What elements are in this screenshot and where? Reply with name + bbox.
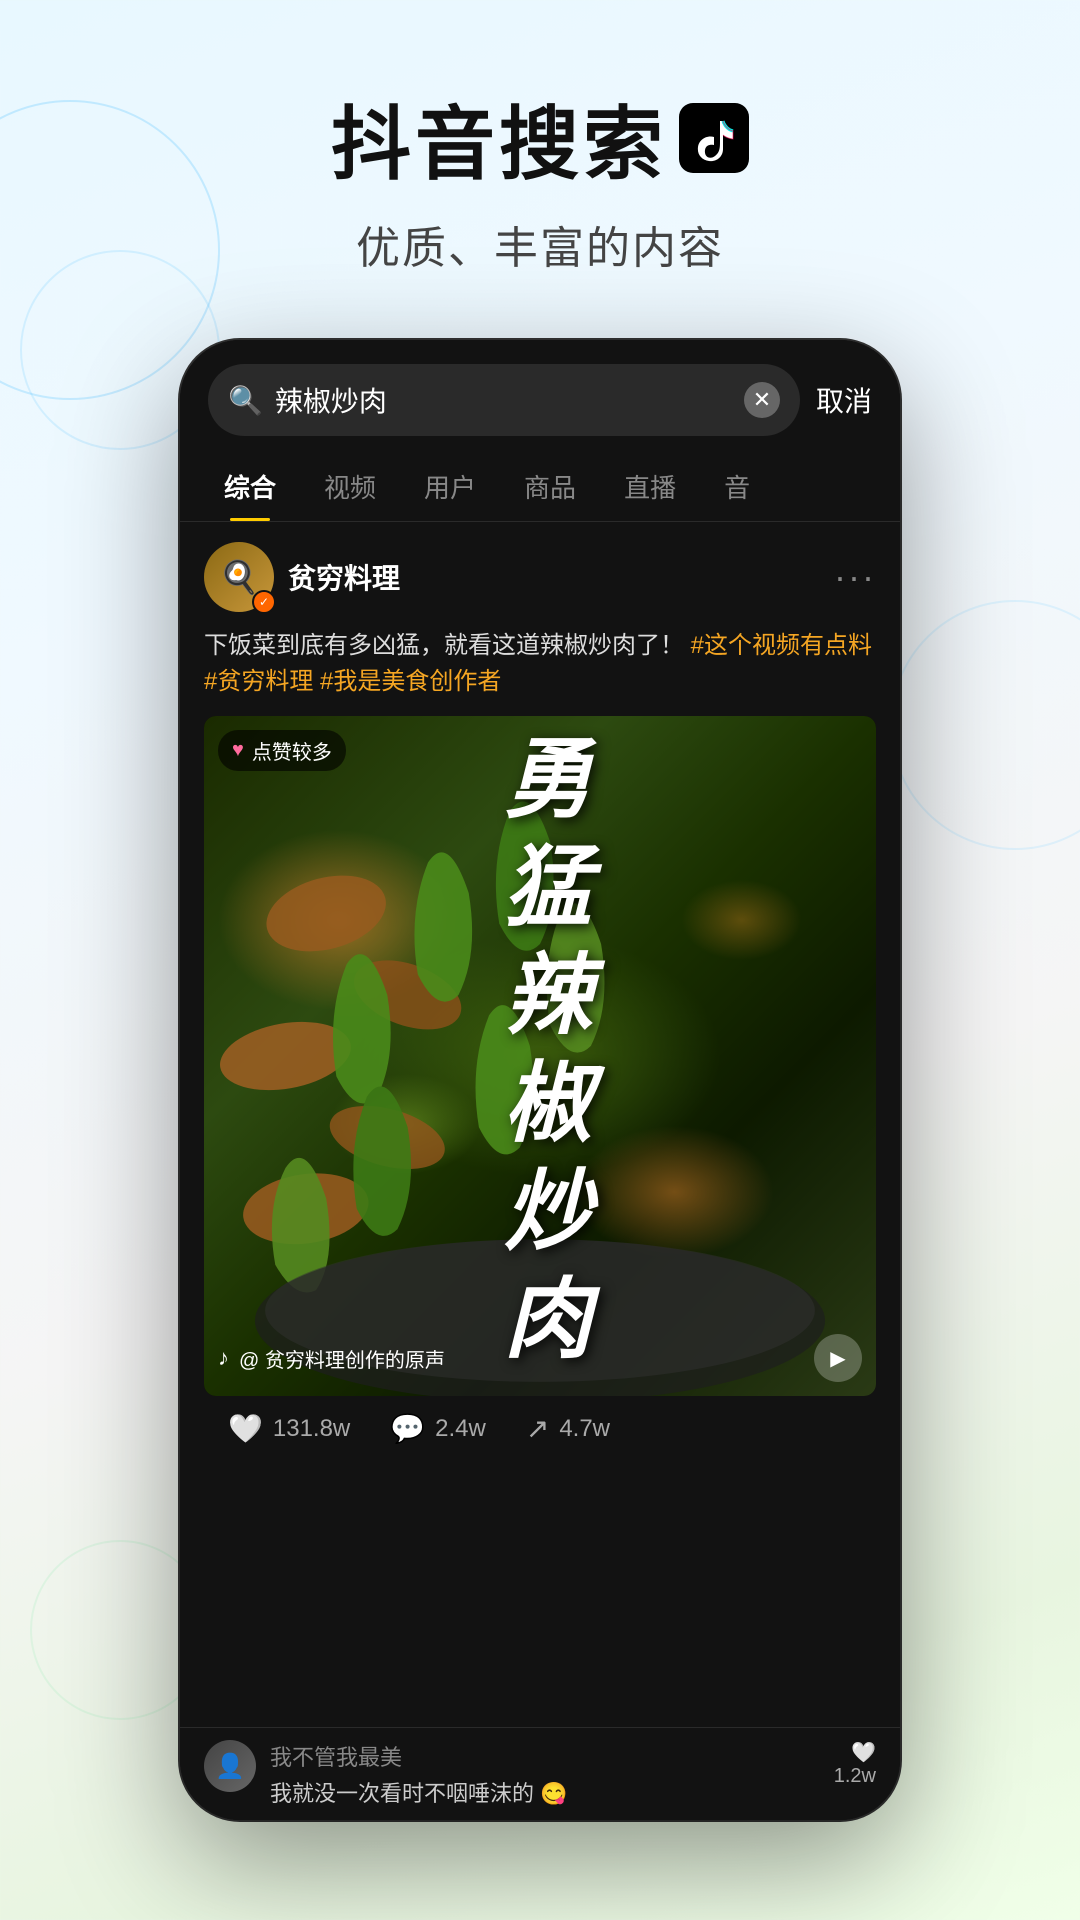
hashtag-1[interactable]: #这个视频有点料 <box>691 632 872 659</box>
main-title: 抖音搜索 <box>0 80 1080 196</box>
bg-decoration-circle-3 <box>890 600 1080 850</box>
hashtag-3[interactable]: #我是美食创作者 <box>320 668 501 695</box>
play-button[interactable]: ▶ <box>814 1334 862 1382</box>
post-desc-text: 下饭菜到底有多凶猛，就看这道辣椒炒肉了！ <box>204 632 684 659</box>
audio-text: @ 贫穷料理创作的原声 <box>239 1344 445 1373</box>
audio-bar: ♪ @ 贫穷料理创作的原声 ▶ <box>218 1334 862 1382</box>
search-clear-button[interactable]: ✕ <box>744 382 780 418</box>
tab-视频[interactable]: 视频 <box>300 452 400 521</box>
tab-直播[interactable]: 直播 <box>600 452 700 521</box>
video-thumbnail[interactable]: 勇猛辣椒炒肉 ♥ 点赞较多 ♪ @ 贫穷料理创作的原声 <box>204 716 876 1396</box>
comment-content: 我不管我最美 我就没一次看时不咽唾沫的 😋 <box>270 1740 820 1808</box>
comment-preview-row: 👤 我不管我最美 我就没一次看时不咽唾沫的 😋 🤍 1.2w <box>180 1727 900 1820</box>
tab-综合[interactable]: 综合 <box>200 452 300 521</box>
comments-stat[interactable]: 💬 2.4w <box>390 1412 486 1445</box>
user-avatar-wrapper: ✓ <box>204 542 274 612</box>
phone-frame: 🔍 辣椒炒肉 ✕ 取消 综合 视频 用户 <box>180 340 900 1820</box>
search-bar: 🔍 辣椒炒肉 ✕ 取消 <box>180 340 900 452</box>
likes-badge: ♥ 点赞较多 <box>218 730 346 771</box>
shares-count: 4.7w <box>559 1415 610 1443</box>
comment-likes-number: 1.2w <box>834 1765 876 1788</box>
post-user[interactable]: ✓ 贫穷料理 <box>204 542 400 612</box>
main-title-text: 抖音搜索 <box>331 80 667 196</box>
user-name-text: 贫穷料理 <box>288 557 400 597</box>
likes-badge-text: 点赞较多 <box>252 736 332 765</box>
tiktok-note-icon: ♪ <box>218 1345 229 1371</box>
commenter-name: 我不管我最美 <box>270 1740 820 1772</box>
heart-icon: ♥ <box>232 739 244 762</box>
tabs-bar: 综合 视频 用户 商品 直播 音 <box>180 452 900 522</box>
more-options-button[interactable]: ··· <box>834 556 876 598</box>
play-icon: ▶ <box>830 1346 845 1371</box>
comment-likes-count: 🤍 1.2w <box>834 1740 876 1788</box>
tab-音[interactable]: 音 <box>700 452 774 521</box>
phone-mockup: 🔍 辣椒炒肉 ✕ 取消 综合 视频 用户 <box>180 340 900 1820</box>
search-icon: 🔍 <box>228 384 263 417</box>
video-text-overlay: 勇猛辣椒炒肉 <box>204 716 876 1396</box>
header-section: 抖音搜索 优质、丰富的内容 <box>0 0 1080 316</box>
subtitle-text: 优质、丰富的内容 <box>0 212 1080 276</box>
search-query-text: 辣椒炒肉 <box>275 380 732 420</box>
video-background: 勇猛辣椒炒肉 ♥ 点赞较多 ♪ @ 贫穷料理创作的原声 <box>204 716 876 1396</box>
stats-bar: 🤍 131.8w 💬 2.4w ↗ 4.7w <box>204 1396 876 1461</box>
shares-stat[interactable]: ↗ 4.7w <box>526 1412 610 1445</box>
tiktok-logo-icon <box>679 103 749 173</box>
search-cancel-button[interactable]: 取消 <box>816 380 872 420</box>
video-chinese-title: 勇猛辣椒炒肉 <box>492 732 589 1380</box>
comment-text: 我就没一次看时不咽唾沫的 😋 <box>270 1776 820 1808</box>
tab-商品[interactable]: 商品 <box>500 452 600 521</box>
post-header: ✓ 贫穷料理 ··· <box>204 542 876 612</box>
likes-stat[interactable]: 🤍 131.8w <box>228 1412 350 1445</box>
comments-count: 2.4w <box>435 1415 486 1443</box>
comment-like-icon: 🤍 <box>834 1740 876 1765</box>
likes-icon: 🤍 <box>228 1412 263 1445</box>
shares-icon: ↗ <box>526 1412 549 1445</box>
audio-info: ♪ @ 贫穷料理创作的原声 <box>218 1344 445 1373</box>
post-card: ✓ 贫穷料理 ··· 下饭菜到底有多凶猛，就看这道辣椒炒肉了！ #这个视频有点料… <box>180 522 900 1727</box>
likes-count: 131.8w <box>273 1415 350 1443</box>
hashtag-2[interactable]: #贫穷料理 <box>204 668 320 695</box>
tab-用户[interactable]: 用户 <box>400 452 500 521</box>
clear-icon: ✕ <box>753 387 771 413</box>
post-description: 下饭菜到底有多凶猛，就看这道辣椒炒肉了！ #这个视频有点料 #贫穷料理 #我是美… <box>204 628 876 700</box>
search-input-wrapper[interactable]: 🔍 辣椒炒肉 ✕ <box>208 364 800 436</box>
verified-badge: ✓ <box>252 590 276 614</box>
comments-icon: 💬 <box>390 1412 425 1445</box>
commenter-avatar: 👤 <box>204 1740 256 1792</box>
phone-screen: 🔍 辣椒炒肉 ✕ 取消 综合 视频 用户 <box>180 340 900 1820</box>
